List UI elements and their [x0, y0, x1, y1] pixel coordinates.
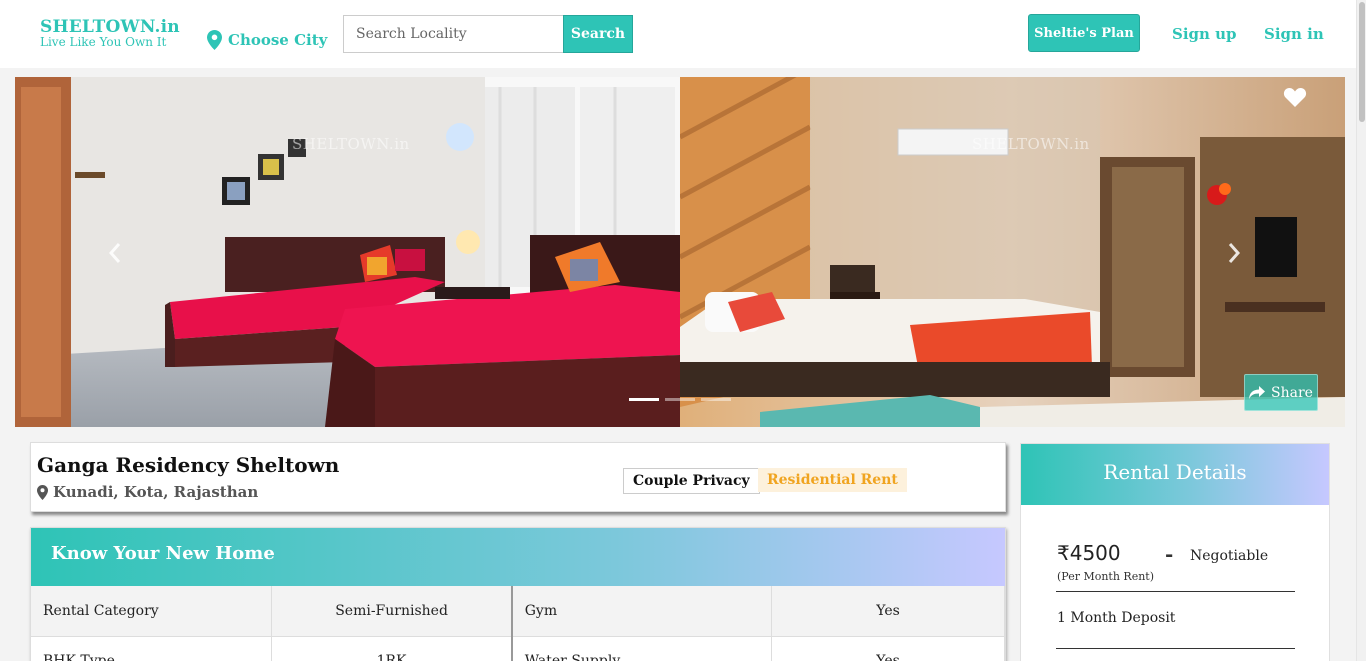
know-your-home-heading: Know Your New Home [31, 528, 1005, 586]
share-icon [1249, 386, 1266, 399]
divider [1056, 648, 1295, 649]
heart-icon [1283, 87, 1307, 107]
carousel-indicator-3[interactable] [701, 398, 731, 401]
signup-link[interactable]: Sign up [1172, 25, 1237, 43]
divider [1056, 591, 1295, 592]
spec-key: Rental Category [31, 586, 273, 637]
property-location: Kunadi, Kota, Rajasthan [37, 483, 258, 501]
map-pin-icon [207, 30, 222, 50]
rental-details-card: Rental Details ₹4500 (Per Month Rent) - … [1020, 443, 1330, 661]
residential-rent-badge: Residential Rent [758, 468, 907, 492]
carousel-indicators [629, 398, 731, 401]
spec-key: Water Supply [511, 636, 773, 661]
site-logo[interactable]: SHELTOWN.in Live Like You Own It [40, 18, 180, 49]
choose-city-label: Choose City [228, 31, 328, 49]
spec-key: BHK Type [31, 636, 273, 661]
couple-privacy-badge: Couple Privacy [623, 468, 760, 494]
spec-value: 1RK [271, 636, 513, 661]
scrollbar-thumb[interactable] [1359, 2, 1365, 122]
property-photo-carousel[interactable]: SHELTOWN.in SHELTOWN.in Share [15, 77, 1345, 427]
amenities-table: Rental Category Semi-Furnished Gym Yes B… [31, 586, 1005, 661]
carousel-prev-button[interactable] [107, 237, 123, 272]
share-label: Share [1271, 384, 1313, 401]
monthly-rent-price: ₹4500 [1057, 541, 1121, 565]
search-locality-input[interactable] [343, 15, 563, 53]
sheltie-plan-button[interactable]: Sheltie's Plan [1028, 14, 1140, 52]
deposit-info: 1 Month Deposit [1057, 610, 1176, 626]
rental-details-heading: Rental Details [1021, 444, 1329, 505]
search-button[interactable]: Search [563, 15, 633, 53]
table-row: BHK Type 1RK Water Supply Yes [31, 636, 1005, 661]
price-separator: - [1165, 542, 1174, 566]
negotiable-label: Negotiable [1190, 548, 1269, 564]
chevron-left-icon [108, 243, 121, 263]
brand-name[interactable]: SHELTOWN.in [40, 18, 180, 36]
top-navbar: SHELTOWN.in Live Like You Own It Choose … [0, 0, 1356, 68]
know-your-home-section: Know Your New Home Rental Category Semi-… [30, 527, 1006, 661]
carousel-indicator-2[interactable] [665, 398, 695, 401]
locality-search: Search [343, 15, 633, 53]
signin-link[interactable]: Sign in [1264, 25, 1324, 43]
property-title: Ganga Residency Sheltown [37, 453, 340, 477]
monthly-rent-note: (Per Month Rent) [1057, 570, 1155, 583]
page-scrollbar[interactable] [1356, 0, 1366, 661]
spec-key: Gym [511, 586, 773, 637]
share-button[interactable]: Share [1244, 374, 1318, 411]
brand-tagline: Live Like You Own It [40, 35, 167, 49]
spec-value: Yes [771, 636, 1005, 661]
photo-watermark-2: SHELTOWN.in [972, 135, 1090, 153]
property-location-text: Kunadi, Kota, Rajasthan [53, 483, 259, 501]
carousel-next-button[interactable] [1226, 237, 1242, 272]
map-marker-icon [37, 484, 48, 500]
photo-watermark-1: SHELTOWN.in [292, 135, 410, 153]
chevron-right-icon [1228, 243, 1241, 263]
choose-city-dropdown[interactable]: Choose City [207, 30, 327, 50]
favorite-button[interactable] [1283, 85, 1307, 115]
spec-value: Yes [771, 586, 1005, 637]
property-summary-card: Ganga Residency Sheltown Kunadi, Kota, R… [30, 442, 1006, 512]
carousel-indicator-1[interactable] [629, 398, 659, 401]
table-row: Rental Category Semi-Furnished Gym Yes [31, 586, 1005, 637]
spec-value: Semi-Furnished [271, 586, 513, 637]
